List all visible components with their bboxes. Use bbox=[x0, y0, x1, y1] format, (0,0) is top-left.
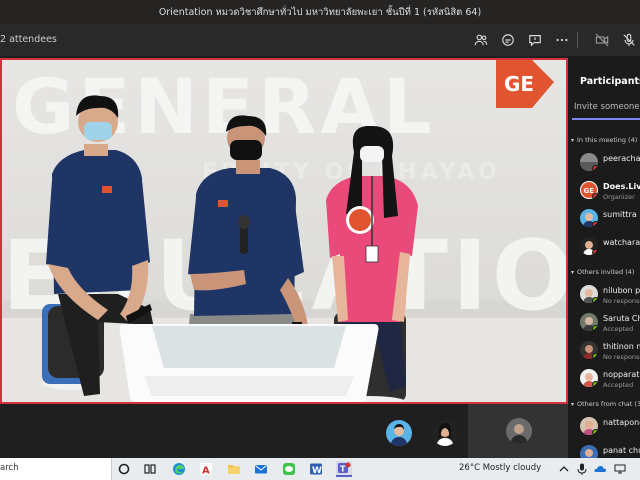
avatar: GE bbox=[580, 181, 598, 199]
qa-icon[interactable] bbox=[525, 30, 545, 50]
mic-off-icon[interactable] bbox=[619, 30, 639, 50]
chat-icon[interactable] bbox=[498, 30, 518, 50]
network-icon[interactable] bbox=[612, 461, 628, 477]
windows-taskbar: arch A W T 26°C Mostly cloudy bbox=[0, 458, 640, 480]
svg-text:GE: GE bbox=[504, 72, 534, 96]
cortana-icon[interactable] bbox=[116, 461, 132, 477]
weather-widget[interactable]: 26°C Mostly cloudy bbox=[459, 463, 541, 473]
participant-item[interactable]: nopparat c Accepted bbox=[580, 366, 640, 392]
participant-item[interactable]: peerachat a bbox=[580, 150, 640, 176]
camera-off-icon[interactable] bbox=[592, 30, 612, 50]
participant-thumbnail[interactable] bbox=[386, 420, 412, 446]
attendees-count: 2 attendees bbox=[0, 34, 57, 45]
svg-text:W: W bbox=[312, 466, 322, 476]
main-video-stage[interactable]: GENERAL ERSITY OF PHAYAO EDUCATION GE bbox=[0, 58, 568, 404]
participant-thumbnail[interactable] bbox=[432, 420, 458, 446]
ge-logo: GE bbox=[496, 60, 554, 108]
more-icon[interactable] bbox=[552, 30, 572, 50]
chevron-up-icon[interactable] bbox=[556, 461, 572, 477]
file-explorer-icon[interactable] bbox=[226, 461, 242, 477]
participant-item[interactable]: watchara la bbox=[580, 234, 640, 260]
video-thumbnail-strip bbox=[0, 404, 568, 458]
participants-panel: Participants Invite someone or ▾In this … bbox=[568, 56, 640, 458]
microphone-icon[interactable] bbox=[574, 461, 590, 477]
participant-item[interactable]: panat chue bbox=[580, 442, 640, 458]
avatar bbox=[580, 417, 598, 435]
avatar bbox=[580, 209, 598, 227]
participant-item[interactable]: sumittra in bbox=[580, 206, 640, 232]
window-title-bar: Orientation หมวดวิชาศึกษาทั่วไป มหาวิทยา… bbox=[0, 0, 640, 24]
avatar bbox=[580, 341, 598, 359]
window-title: Orientation หมวดวิชาศึกษาทั่วไป มหาวิทยา… bbox=[158, 6, 482, 18]
white-table bbox=[119, 324, 379, 402]
participants-title: Participants bbox=[580, 76, 640, 87]
meeting-toolbar: 2 attendees bbox=[0, 24, 640, 56]
acrobat-icon[interactable]: A bbox=[198, 461, 214, 477]
teams-icon[interactable]: T bbox=[336, 461, 352, 477]
task-view-icon[interactable] bbox=[142, 461, 158, 477]
mail-icon[interactable] bbox=[253, 461, 269, 477]
edge-icon[interactable] bbox=[171, 461, 187, 477]
avatar bbox=[580, 237, 598, 255]
avatar bbox=[580, 153, 598, 171]
participant-item[interactable]: thitinon ma No response bbox=[580, 338, 640, 364]
svg-text:T: T bbox=[340, 465, 346, 474]
avatar bbox=[580, 313, 598, 331]
participant-item[interactable]: GE Does.Live Organizer bbox=[580, 178, 640, 204]
invite-input[interactable]: Invite someone or bbox=[572, 102, 640, 120]
word-icon[interactable]: W bbox=[308, 461, 324, 477]
taskbar-search-box[interactable]: arch bbox=[0, 458, 112, 480]
line-icon[interactable] bbox=[281, 461, 297, 477]
section-others-invited[interactable]: ▾ Others invited (4) bbox=[571, 268, 634, 276]
people-icon[interactable] bbox=[471, 30, 491, 50]
svg-text:A: A bbox=[202, 466, 210, 477]
participant-item[interactable]: Saruta Cha Accepted bbox=[580, 310, 640, 336]
search-text: arch bbox=[0, 463, 19, 473]
section-others-from-chat[interactable]: ▾ Others from chat (3) bbox=[571, 400, 640, 408]
avatar bbox=[580, 445, 598, 458]
onedrive-icon[interactable] bbox=[592, 461, 608, 477]
self-view-tile[interactable] bbox=[468, 404, 568, 458]
section-in-meeting[interactable]: ▾ In this meeting (4) bbox=[571, 136, 637, 144]
self-avatar bbox=[506, 418, 532, 444]
avatar bbox=[580, 369, 598, 387]
participant-item[interactable]: nilubon pin No response bbox=[580, 282, 640, 308]
toolbar-divider bbox=[577, 32, 578, 48]
participant-item[interactable]: nattapong bbox=[580, 414, 640, 440]
avatar bbox=[580, 285, 598, 303]
